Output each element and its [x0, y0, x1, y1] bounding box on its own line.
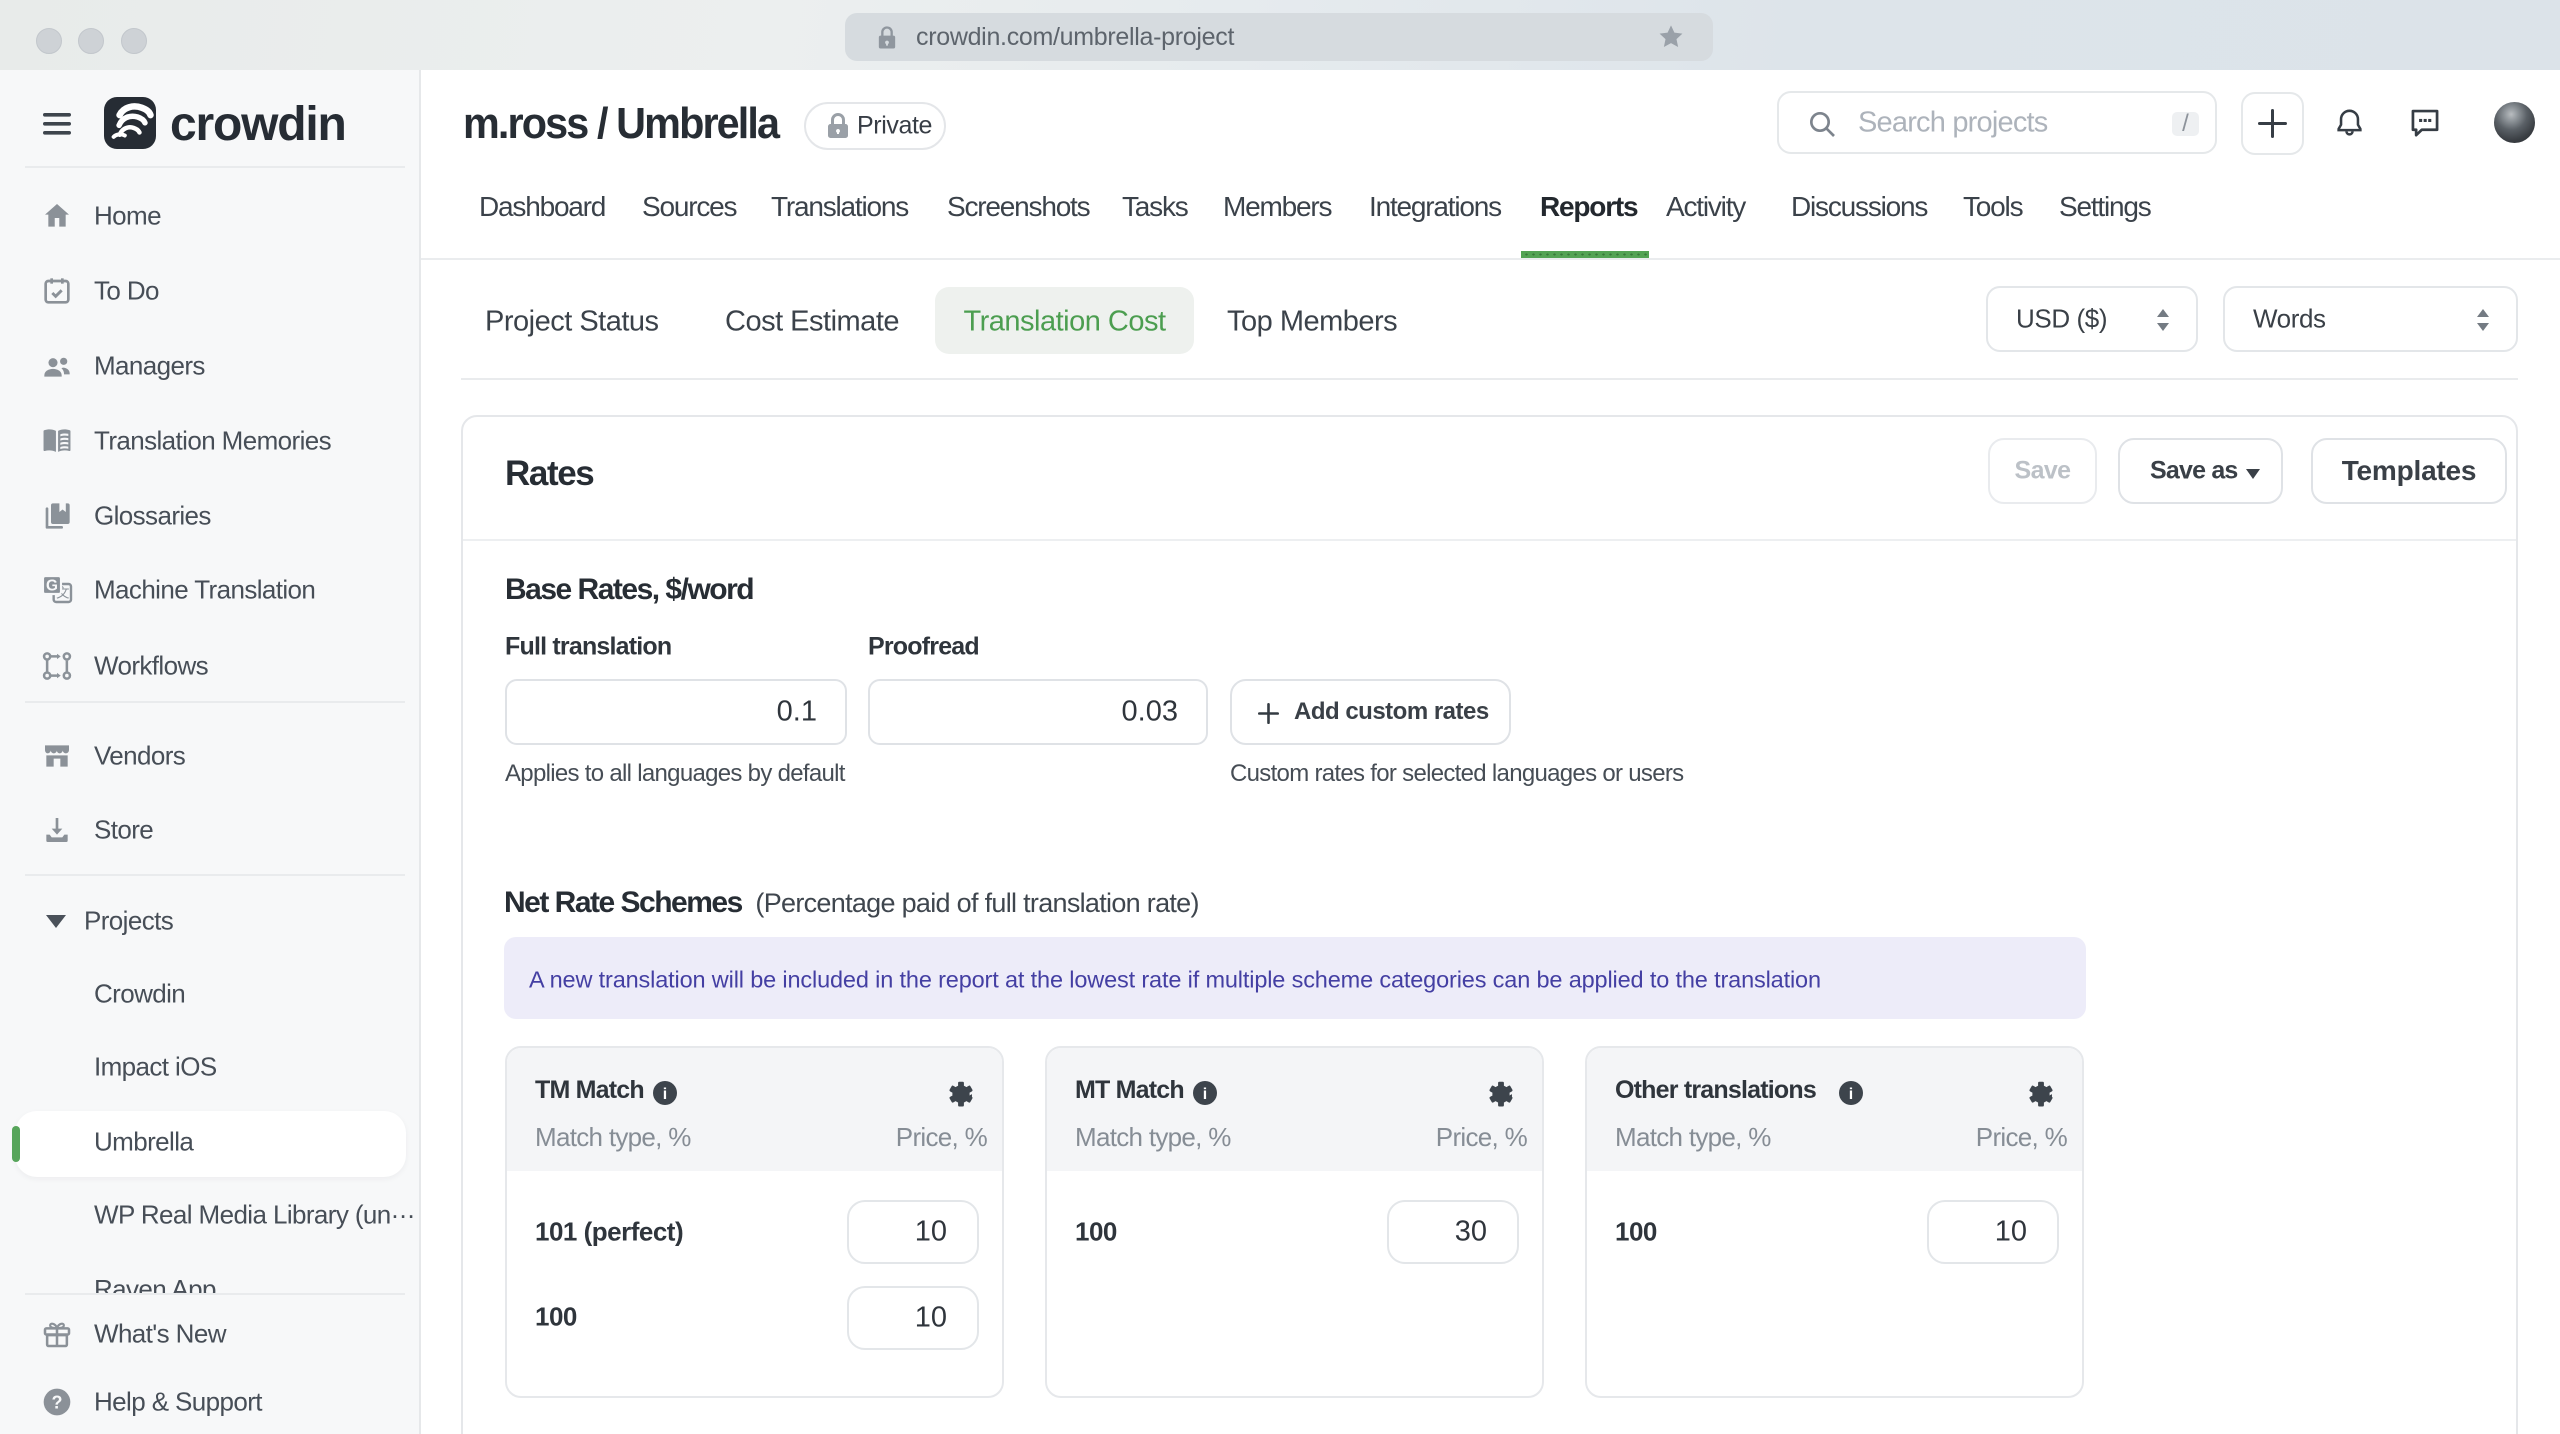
svg-text:G: G [46, 577, 58, 594]
svg-text:i: i [1203, 1086, 1207, 1103]
svg-text:?: ? [52, 1393, 63, 1413]
svg-text:i: i [1849, 1086, 1853, 1103]
svg-text:i: i [663, 1086, 667, 1103]
